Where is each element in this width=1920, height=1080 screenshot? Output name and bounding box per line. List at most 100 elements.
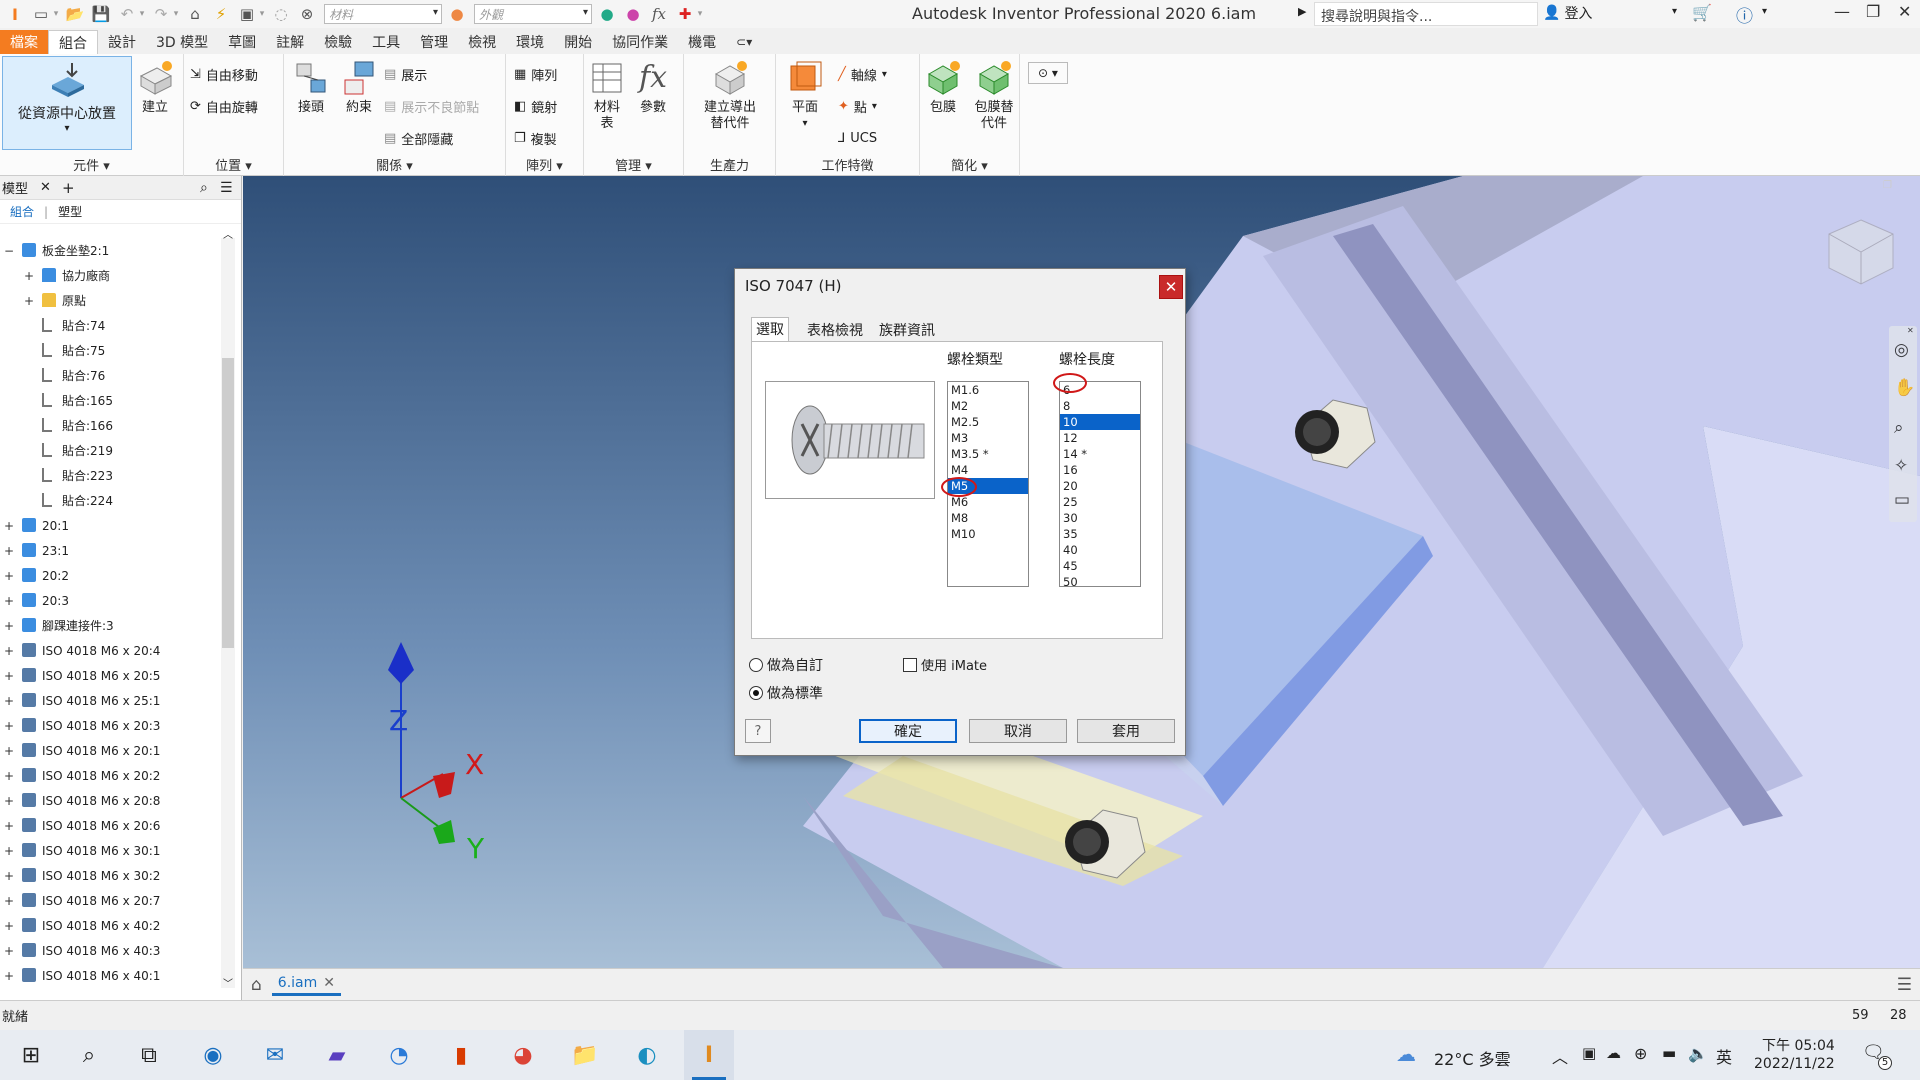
browser-search-icon[interactable]: ⌕: [200, 180, 208, 196]
radio-as-standard[interactable]: 做為標準: [749, 683, 823, 703]
mail-icon[interactable]: ✉: [250, 1030, 300, 1080]
parameters-button[interactable]: fx 參數: [634, 60, 672, 116]
bolt-length-option[interactable]: 50: [1060, 574, 1140, 590]
plane-dropdown-icon[interactable]: ▾: [802, 116, 807, 132]
volume-icon[interactable]: 🔈: [1688, 1044, 1708, 1063]
taskbar-app-blue-icon[interactable]: ◉: [188, 1030, 238, 1080]
tree-node[interactable]: + 原點: [0, 288, 222, 313]
signin-button[interactable]: 👤 登入: [1543, 3, 1592, 23]
expand-icon[interactable]: +: [4, 844, 14, 858]
tree-node[interactable]: + 協力廠商: [0, 263, 222, 288]
show-sick-button[interactable]: ▤ 展示不良節點: [384, 96, 479, 116]
shrinkwrap-substitute-button[interactable]: 包膜替代件: [972, 60, 1016, 132]
dialog-tab-table-view[interactable]: 表格檢視: [803, 319, 867, 341]
scroll-down-arrow-icon[interactable]: ﹀: [223, 975, 233, 990]
bolt-length-option[interactable]: 12: [1060, 430, 1140, 446]
tab-list-menu-icon[interactable]: ☰: [1897, 975, 1912, 995]
bolt-length-option[interactable]: 45: [1060, 558, 1140, 574]
ok-button[interactable]: 確定: [859, 719, 957, 743]
imate-check-box[interactable]: [903, 657, 917, 672]
create-substitute-button[interactable]: 建立導出替代件: [698, 60, 762, 132]
tab-sketch[interactable]: 草圖: [218, 30, 266, 54]
plane-button[interactable]: 平面 ▾: [786, 60, 824, 132]
dropdown-arrow-icon[interactable]: ▾: [52, 9, 60, 19]
subtab-modeling[interactable]: 塑型: [58, 203, 82, 220]
tab-view[interactable]: 檢視: [458, 30, 506, 54]
expand-icon[interactable]: +: [24, 294, 34, 308]
tray-expand-icon[interactable]: ︿: [1552, 1044, 1568, 1068]
browser-close-icon[interactable]: ✕: [40, 180, 51, 195]
expand-icon[interactable]: +: [4, 569, 14, 583]
browser-menu-icon[interactable]: ☰: [220, 180, 233, 196]
expand-icon[interactable]: +: [4, 944, 14, 958]
tree-node[interactable]: + ISO 4018 M6 x 20:8: [0, 788, 222, 813]
free-move-button[interactable]: ⇲ 自由移動: [190, 64, 258, 84]
joint-button[interactable]: 接頭: [292, 60, 330, 116]
update-icon[interactable]: ⚡: [210, 3, 232, 25]
tab-collaborate[interactable]: 協同作業: [602, 30, 678, 54]
add-icon[interactable]: ✚: [674, 3, 696, 25]
bolt-type-option[interactable]: M1.6: [948, 382, 1028, 398]
radio-standard-button[interactable]: [749, 686, 763, 700]
tree-node[interactable]: + ISO 4018 M6 x 20:7: [0, 888, 222, 913]
bolt-length-option[interactable]: 30: [1060, 510, 1140, 526]
redo-icon[interactable]: ↷: [150, 3, 172, 25]
tree-node[interactable]: 貼合:75: [0, 338, 222, 363]
tree-node[interactable]: + ISO 4018 M6 x 20:2: [0, 763, 222, 788]
use-imate-checkbox[interactable]: 使用 iMate: [903, 655, 987, 674]
expand-icon[interactable]: +: [4, 719, 14, 733]
chrome-icon[interactable]: ◕: [498, 1030, 548, 1080]
tree-node[interactable]: +23:1: [0, 538, 222, 563]
browser-add-icon[interactable]: +: [62, 179, 75, 197]
redo-dropdown-icon[interactable]: ▾: [172, 9, 180, 19]
expand-icon[interactable]: +: [4, 869, 14, 883]
bolt-type-option[interactable]: M2: [948, 398, 1028, 414]
show-button[interactable]: ▤ 展示: [384, 64, 427, 84]
ribbon-extra-dropdown[interactable]: ⊙ ▾: [1028, 62, 1068, 84]
select-dropdown-icon[interactable]: ▾: [258, 9, 266, 19]
tree-node[interactable]: + 腳踝連接件:3: [0, 613, 222, 638]
viewport-restore-icon[interactable]: ❐: [1883, 180, 1892, 191]
open-folder-icon[interactable]: 📂: [64, 3, 86, 25]
home-tab-icon[interactable]: ⌂: [251, 975, 262, 995]
tree-node[interactable]: + ISO 4018 M6 x 40:1: [0, 963, 222, 988]
expand-icon[interactable]: +: [4, 769, 14, 783]
inventor-taskbar-icon[interactable]: I: [684, 1030, 734, 1080]
bom-button[interactable]: 材料表: [590, 60, 624, 132]
expand-icon[interactable]: +: [4, 544, 14, 558]
tab-electromechanical[interactable]: 機電: [678, 30, 726, 54]
bolt-length-option[interactable]: 10: [1060, 414, 1140, 430]
steering-wheel-icon[interactable]: ◎: [1894, 340, 1909, 360]
bolt-length-option[interactable]: 35: [1060, 526, 1140, 542]
dialog-tab-family-info[interactable]: 族群資訊: [875, 319, 939, 341]
cancel-button[interactable]: 取消: [969, 719, 1067, 743]
material-combo[interactable]: 材料 ▾: [324, 4, 442, 24]
look-at-icon[interactable]: ▭: [1894, 490, 1910, 510]
weather-text[interactable]: 22°C 多雲: [1434, 1046, 1511, 1070]
tree-node[interactable]: + ISO 4018 M6 x 20:5: [0, 663, 222, 688]
expand-icon[interactable]: +: [4, 669, 14, 683]
tab-manage[interactable]: 管理: [410, 30, 458, 54]
appearance-ball-icon[interactable]: ●: [446, 3, 468, 25]
clear-override-icon[interactable]: ●: [622, 3, 644, 25]
onedrive-icon[interactable]: ☁: [1606, 1044, 1621, 1062]
tree-node[interactable]: + ISO 4018 M6 x 40:2: [0, 913, 222, 938]
bolt-type-option[interactable]: M3: [948, 430, 1028, 446]
radio-custom-button[interactable]: [749, 658, 763, 672]
tree-node[interactable]: 貼合:74: [0, 313, 222, 338]
place-dropdown-icon[interactable]: ▾: [64, 123, 69, 134]
constrain-button[interactable]: 約束: [340, 60, 378, 116]
tree-node[interactable]: − 板金坐墊2:1: [0, 238, 222, 263]
tab-tools[interactable]: 工具: [362, 30, 410, 54]
dialog-tab-select[interactable]: 選取: [751, 317, 789, 342]
file-explorer-icon[interactable]: 📁: [560, 1030, 610, 1080]
browser-scroll-thumb[interactable]: [222, 358, 234, 648]
help-icon[interactable]: ⓘ: [1736, 2, 1753, 27]
customize-qa-icon[interactable]: ▾: [696, 9, 704, 19]
signin-dropdown-icon[interactable]: ▾: [1672, 6, 1677, 17]
pattern-button[interactable]: ▦ 陣列: [514, 64, 557, 84]
browser-scrollbar[interactable]: ︿ ﹀: [221, 230, 235, 990]
home-icon[interactable]: ⌂: [184, 3, 206, 25]
clock-date[interactable]: 2022/11/22: [1754, 1056, 1835, 1072]
group-label-simplify[interactable]: 簡化 ▾: [920, 155, 1019, 174]
